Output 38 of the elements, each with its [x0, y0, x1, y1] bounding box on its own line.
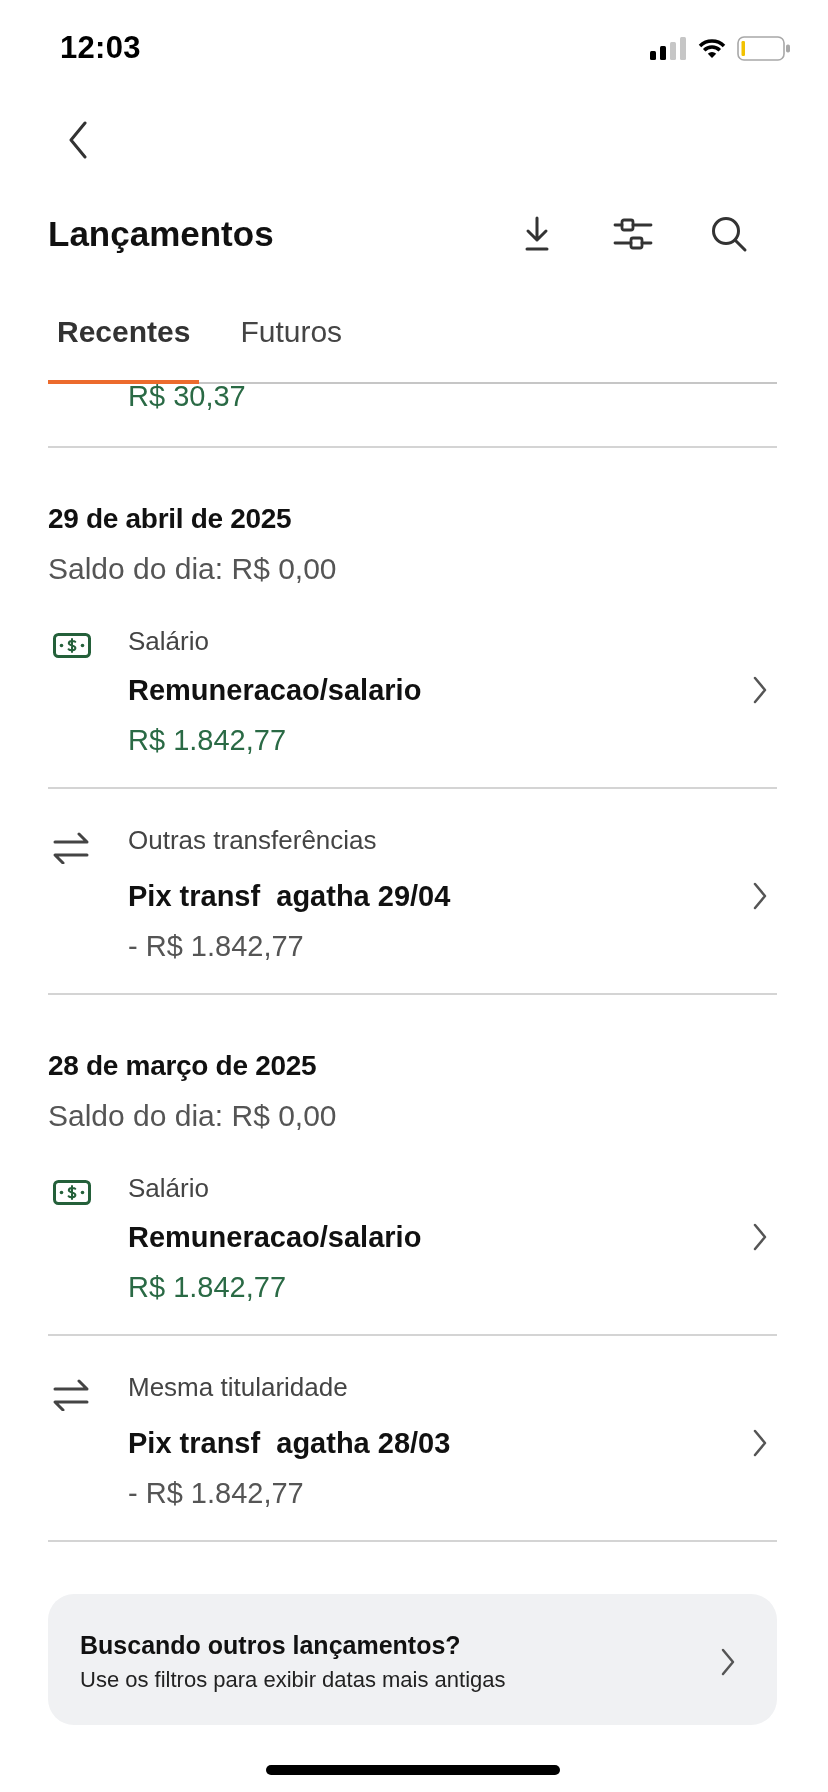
banknote-icon	[53, 633, 91, 658]
transaction-category: Salário	[128, 1172, 209, 1205]
chevron-right-icon[interactable]	[752, 882, 768, 910]
chevron-right-icon[interactable]	[720, 1648, 736, 1676]
transaction-title: Pix transf agatha 28/03	[128, 1426, 451, 1461]
daily-balance: Saldo do dia: R$ 0,00	[48, 551, 337, 587]
tab[interactable]: Futuros	[231, 284, 352, 384]
daily-balance: Saldo do dia: R$ 0,00	[48, 1098, 337, 1134]
card-title: Buscando outros lançamentos?	[80, 1630, 461, 1661]
transaction-amount: R$ 1.842,77	[128, 1270, 286, 1305]
transaction-category: Mesma titularidade	[128, 1371, 348, 1404]
date-heading: 28 de março de 2025	[48, 1049, 317, 1083]
info-card[interactable]: Buscando outros lançamentos? Use os filtros para exibir datas mais antigas	[48, 1594, 777, 1725]
transaction-title: Remuneracao/salario	[128, 1220, 422, 1255]
wifi-icon	[696, 37, 728, 59]
signal-icon	[650, 36, 686, 60]
tab[interactable]: Recentes	[48, 284, 200, 384]
transaction-amount: R$ 30,37	[128, 384, 246, 414]
chevron-right-icon[interactable]	[752, 1429, 768, 1457]
transaction-category: Salário	[128, 625, 209, 658]
transaction-amount: - R$ 1.842,77	[128, 1476, 304, 1511]
chevron-left-icon[interactable]	[68, 121, 88, 159]
chevron-right-icon[interactable]	[752, 676, 768, 704]
transaction-amount: - R$ 1.842,77	[128, 929, 304, 964]
card-subtitle: Use os filtros para exibir datas mais antigas	[80, 1666, 506, 1694]
download-icon[interactable]	[524, 216, 550, 252]
transaction-title: Remuneracao/salario	[128, 673, 422, 708]
search-icon[interactable]	[710, 215, 748, 253]
transaction-amount: R$ 1.842,77	[128, 723, 286, 758]
sliders-icon[interactable]	[613, 217, 653, 251]
banknote-icon	[53, 1180, 91, 1205]
status-time: 12:03	[60, 30, 141, 66]
transaction-title: Pix transf agatha 29/04	[128, 879, 451, 914]
battery-icon	[737, 35, 791, 61]
page-title: Lançamentos	[48, 213, 274, 255]
date-heading: 29 de abril de 2025	[48, 502, 292, 536]
chevron-right-icon[interactable]	[752, 1223, 768, 1251]
transaction-category: Outras transferências	[128, 824, 377, 857]
